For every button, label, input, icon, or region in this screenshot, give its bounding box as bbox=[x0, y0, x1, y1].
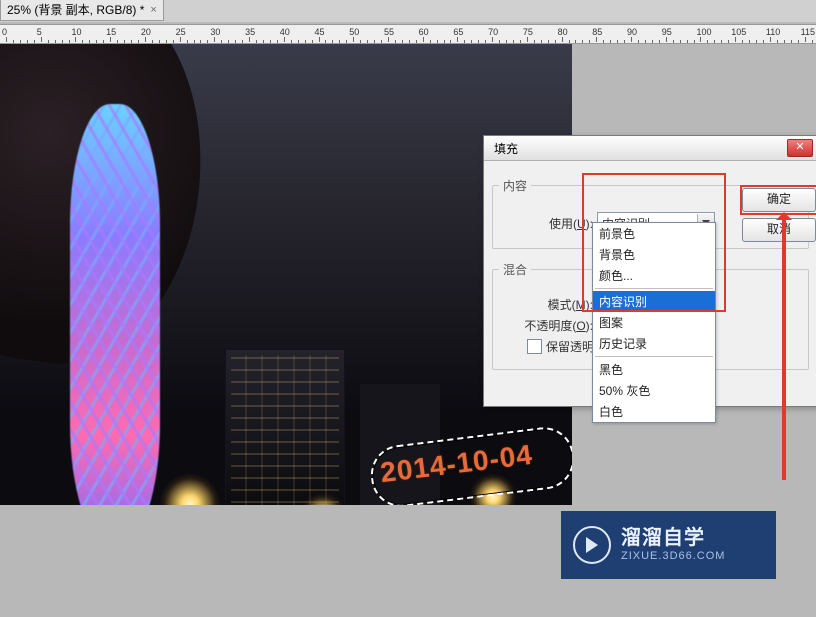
watermark-line1: 溜溜自学 bbox=[621, 526, 725, 550]
dialog-title-text: 填充 bbox=[494, 140, 518, 157]
horizontal-ruler: 0 5 10 15 20 25 30 35 40 45 50 55 60 65 70 75 80 85 90 95 10… bbox=[0, 24, 816, 44]
canton-tower bbox=[70, 104, 160, 505]
dropdown-separator bbox=[595, 356, 713, 357]
ruler-tick-label: 105 bbox=[731, 27, 746, 37]
mode-label: 模式(M): bbox=[499, 296, 593, 313]
preserve-transparency-checkbox[interactable] bbox=[527, 339, 542, 354]
ruler-tick-label: 40 bbox=[280, 27, 290, 37]
ruler-tick-label: 65 bbox=[453, 27, 463, 37]
dropdown-option-50gray[interactable]: 50% 灰色 bbox=[593, 380, 715, 401]
date-stamp-selection[interactable]: 2014-10-04 bbox=[379, 439, 535, 489]
dropdown-option-history[interactable]: 历史记录 bbox=[593, 333, 715, 354]
ruler-tick-label: 55 bbox=[384, 27, 394, 37]
ruler-tick-label: 115 bbox=[801, 27, 815, 37]
ruler-tick-label: 15 bbox=[106, 27, 116, 37]
ruler-tick-label: 10 bbox=[71, 27, 81, 37]
dropdown-option-background[interactable]: 背景色 bbox=[593, 244, 715, 265]
ruler-tick-label: 35 bbox=[245, 27, 255, 37]
ruler-tick-label: 50 bbox=[349, 27, 359, 37]
close-icon[interactable]: × bbox=[150, 0, 156, 20]
dialog-titlebar[interactable]: 填充 ✕ bbox=[484, 136, 816, 161]
document-tab-title: 25% (背景 副本, RGB/8) * bbox=[7, 0, 144, 20]
ruler-tick-label: 25 bbox=[176, 27, 186, 37]
ruler-tick-label: 80 bbox=[558, 27, 568, 37]
ruler-tick-label: 30 bbox=[210, 27, 220, 37]
content-legend: 内容 bbox=[499, 177, 531, 194]
ruler-tick-label: 70 bbox=[488, 27, 498, 37]
watermark-logo: 溜溜自学 ZIXUE.3D66.COM bbox=[561, 511, 776, 579]
play-icon bbox=[573, 526, 611, 564]
ruler-tick-label: 75 bbox=[523, 27, 533, 37]
ruler-tick-label: 85 bbox=[592, 27, 602, 37]
ruler-tick-label: 20 bbox=[141, 27, 151, 37]
ruler-tick-label: 100 bbox=[696, 27, 711, 37]
watermark-line2: ZIXUE.3D66.COM bbox=[621, 550, 725, 563]
ruler-tick-label: 60 bbox=[419, 27, 429, 37]
ruler-tick-label: 45 bbox=[315, 27, 325, 37]
ruler-tick-label: 90 bbox=[627, 27, 637, 37]
dropdown-option-color[interactable]: 颜色... bbox=[593, 265, 715, 286]
use-label: 使用(U): bbox=[499, 215, 593, 232]
opacity-label: 不透明度(O): bbox=[499, 317, 593, 334]
close-icon: ✕ bbox=[795, 141, 804, 153]
ruler-tick-label: 95 bbox=[662, 27, 672, 37]
dialog-close-button[interactable]: ✕ bbox=[787, 139, 813, 157]
building bbox=[225, 349, 345, 505]
dropdown-option-pattern[interactable]: 图案 bbox=[593, 312, 715, 333]
ruler-tick-label: 110 bbox=[766, 27, 780, 37]
document-tab[interactable]: 25% (背景 副本, RGB/8) * × bbox=[0, 0, 164, 21]
dropdown-option-content-aware[interactable]: 内容识别 bbox=[593, 291, 715, 312]
dropdown-separator bbox=[595, 288, 713, 289]
use-dropdown-list[interactable]: 前景色 背景色 颜色... 内容识别 图案 历史记录 黑色 50% 灰色 白色 bbox=[592, 222, 716, 423]
blend-legend: 混合 bbox=[499, 261, 531, 278]
dropdown-option-white[interactable]: 白色 bbox=[593, 401, 715, 422]
ruler-tick-label: 5 bbox=[37, 27, 42, 37]
dropdown-option-foreground[interactable]: 前景色 bbox=[593, 223, 715, 244]
tab-bar: 25% (背景 副本, RGB/8) * × bbox=[0, 0, 816, 22]
dropdown-option-black[interactable]: 黑色 bbox=[593, 359, 715, 380]
annotation-arrow-icon bbox=[778, 210, 792, 480]
ruler-tick-label: 0 bbox=[2, 27, 7, 37]
